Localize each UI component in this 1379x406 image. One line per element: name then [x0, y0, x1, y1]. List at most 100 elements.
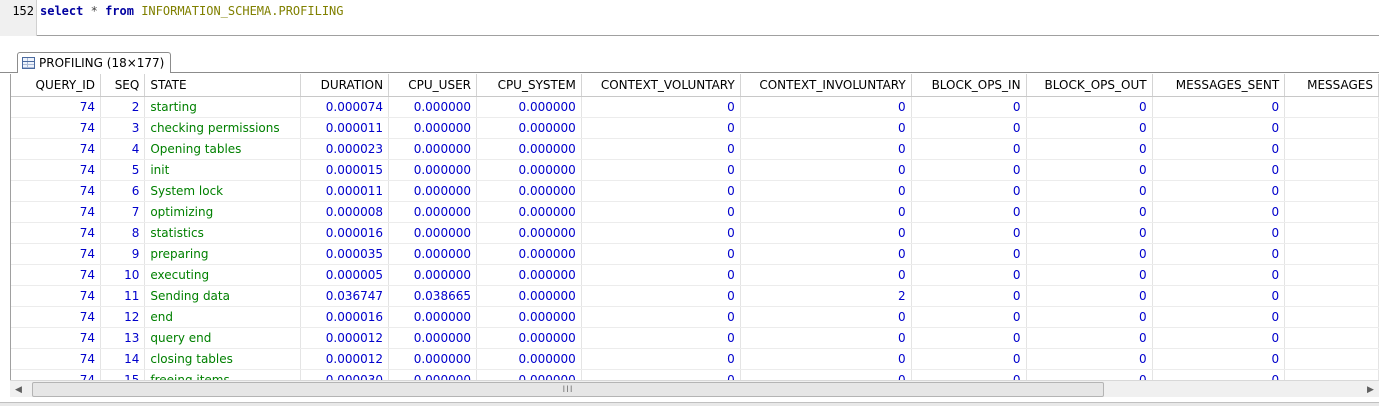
table-cell[interactable]: 0.000016 [300, 222, 390, 244]
table-cell[interactable]: 0 [740, 369, 912, 380]
table-cell[interactable] [1284, 180, 1379, 202]
table-cell[interactable]: 0 [911, 96, 1027, 118]
table-cell[interactable]: 74 [11, 285, 102, 307]
table-cell[interactable]: 0 [911, 264, 1027, 286]
table-row[interactable]: 74 5 init 0.000015 0.000000 0.000000 0 0 0 0 0 [11, 159, 1379, 181]
table-cell[interactable]: 74 [11, 138, 102, 160]
table-cell[interactable]: 0.000000 [388, 306, 477, 328]
table-cell[interactable]: 74 [11, 369, 102, 380]
table-cell[interactable]: 0.000000 [476, 243, 582, 265]
table-cell[interactable]: 0.036747 [300, 285, 390, 307]
table-cell[interactable]: 13 [100, 327, 146, 349]
sql-editor[interactable]: 152 select * from INFORMATION_SCHEMA.PRO… [0, 0, 1379, 36]
table-cell[interactable]: 0.000000 [388, 96, 477, 118]
table-cell[interactable]: 74 [11, 243, 102, 265]
table-row[interactable]: 74 4 Opening tables 0.000023 0.000000 0.00000… [11, 138, 1379, 160]
table-cell[interactable]: 0 [911, 306, 1027, 328]
table-cell[interactable]: 0.000000 [476, 264, 582, 286]
results-grid[interactable]: QUERY_ID SEQ STATE DURATION CPU_USER CPU_SYST… [10, 74, 1379, 380]
table-row[interactable]: 74 14 closing tables 0.000012 0.000000 0.0000… [11, 348, 1379, 370]
table-row[interactable]: 74 2 starting 0.000074 0.000000 0.000000 0 0 0 0 0 [11, 96, 1379, 118]
table-cell[interactable]: 0 [740, 159, 912, 181]
table-cell[interactable] [1284, 138, 1379, 160]
table-cell[interactable]: 0.000000 [476, 285, 582, 307]
table-cell[interactable]: 0 [1152, 285, 1286, 307]
table-cell[interactable]: 7 [100, 201, 146, 223]
table-cell[interactable]: 0 [581, 264, 741, 286]
table-cell[interactable]: 0.000012 [300, 348, 390, 370]
scroll-left-arrow-icon[interactable]: ◀ [10, 381, 27, 398]
table-cell[interactable]: 0.000000 [476, 222, 582, 244]
table-cell[interactable]: checking permissions [144, 117, 302, 139]
table-cell[interactable]: 0.000000 [388, 138, 477, 160]
scroll-right-arrow-icon[interactable]: ▶ [1362, 381, 1379, 398]
horizontal-scrollbar[interactable]: ◀ III ▶ [10, 380, 1379, 397]
table-cell[interactable]: 0.000011 [300, 180, 390, 202]
table-cell[interactable]: 0 [1152, 348, 1286, 370]
column-header[interactable]: CPU_USER [388, 74, 477, 97]
table-cell[interactable]: 9 [100, 243, 146, 265]
table-cell[interactable]: 0 [1026, 264, 1153, 286]
table-cell[interactable]: 0 [1026, 222, 1153, 244]
column-header[interactable]: CPU_SYSTEM [476, 74, 582, 97]
column-header[interactable]: BLOCK_OPS_OUT [1026, 74, 1153, 97]
table-cell[interactable]: 0 [1026, 327, 1153, 349]
table-cell[interactable]: 0.000000 [476, 159, 582, 181]
table-cell[interactable]: 0 [740, 117, 912, 139]
table-cell[interactable] [1284, 285, 1379, 307]
table-cell[interactable]: 8 [100, 222, 146, 244]
table-cell[interactable]: 0.000011 [300, 117, 390, 139]
table-cell[interactable]: 0.000000 [476, 180, 582, 202]
table-cell[interactable]: 2 [740, 285, 912, 307]
table-cell[interactable]: 0 [1152, 138, 1286, 160]
table-cell[interactable]: 0 [911, 180, 1027, 202]
table-cell[interactable] [1284, 159, 1379, 181]
table-cell[interactable]: 0 [581, 201, 741, 223]
table-cell[interactable]: 74 [11, 117, 102, 139]
table-cell[interactable]: 0 [1152, 117, 1286, 139]
table-cell[interactable] [1284, 306, 1379, 328]
column-header[interactable]: CONTEXT_VOLUNTARY [581, 74, 741, 97]
table-cell[interactable] [1284, 327, 1379, 349]
table-cell[interactable]: 0.000023 [300, 138, 390, 160]
table-cell[interactable]: 0 [1026, 306, 1153, 328]
column-header[interactable]: QUERY_ID [11, 74, 102, 97]
table-cell[interactable]: 0.000030 [300, 369, 390, 380]
result-tab-profiling[interactable]: PROFILING (18×177) [17, 52, 172, 73]
column-header[interactable]: STATE [144, 74, 302, 97]
table-cell[interactable]: 0 [581, 369, 741, 380]
table-row[interactable]: 74 8 statistics 0.000016 0.000000 0.000000 0 0 0… [11, 222, 1379, 244]
table-cell[interactable]: 0 [581, 222, 741, 244]
table-cell[interactable]: 3 [100, 117, 146, 139]
table-cell[interactable]: 74 [11, 306, 102, 328]
table-cell[interactable]: 0 [911, 117, 1027, 139]
table-cell[interactable]: 0 [1152, 306, 1286, 328]
table-cell[interactable]: 0.000000 [476, 327, 582, 349]
table-cell[interactable]: 0 [1026, 348, 1153, 370]
table-cell[interactable]: executing [144, 264, 302, 286]
table-cell[interactable]: 0 [1026, 96, 1153, 118]
table-cell[interactable]: 74 [11, 348, 102, 370]
table-cell[interactable]: 0 [911, 369, 1027, 380]
table-cell[interactable]: end [144, 306, 302, 328]
table-cell[interactable]: 6 [100, 180, 146, 202]
table-cell[interactable]: 10 [100, 264, 146, 286]
table-cell[interactable]: 0 [740, 180, 912, 202]
table-row[interactable]: 74 11 Sending data 0.036747 0.038665 0.000000… [11, 285, 1379, 307]
table-cell[interactable]: 0 [740, 138, 912, 160]
table-cell[interactable]: 0 [1152, 201, 1286, 223]
table-cell[interactable]: 0.000000 [388, 180, 477, 202]
table-cell[interactable]: 0 [740, 96, 912, 118]
table-cell[interactable]: 0 [581, 180, 741, 202]
table-cell[interactable]: 0 [1026, 138, 1153, 160]
table-cell[interactable]: 0.000000 [388, 243, 477, 265]
table-cell[interactable]: 0 [1152, 180, 1286, 202]
table-cell[interactable]: 0 [740, 243, 912, 265]
table-cell[interactable]: 0 [1152, 96, 1286, 118]
table-cell[interactable]: 0 [740, 327, 912, 349]
table-cell[interactable]: Sending data [144, 285, 302, 307]
table-row[interactable]: 74 6 System lock 0.000011 0.000000 0.000000 0 0… [11, 180, 1379, 202]
table-cell[interactable]: 0.000000 [388, 201, 477, 223]
table-row[interactable]: 74 12 end 0.000016 0.000000 0.000000 0 0 0 0 0 [11, 306, 1379, 328]
table-cell[interactable]: 0 [911, 243, 1027, 265]
